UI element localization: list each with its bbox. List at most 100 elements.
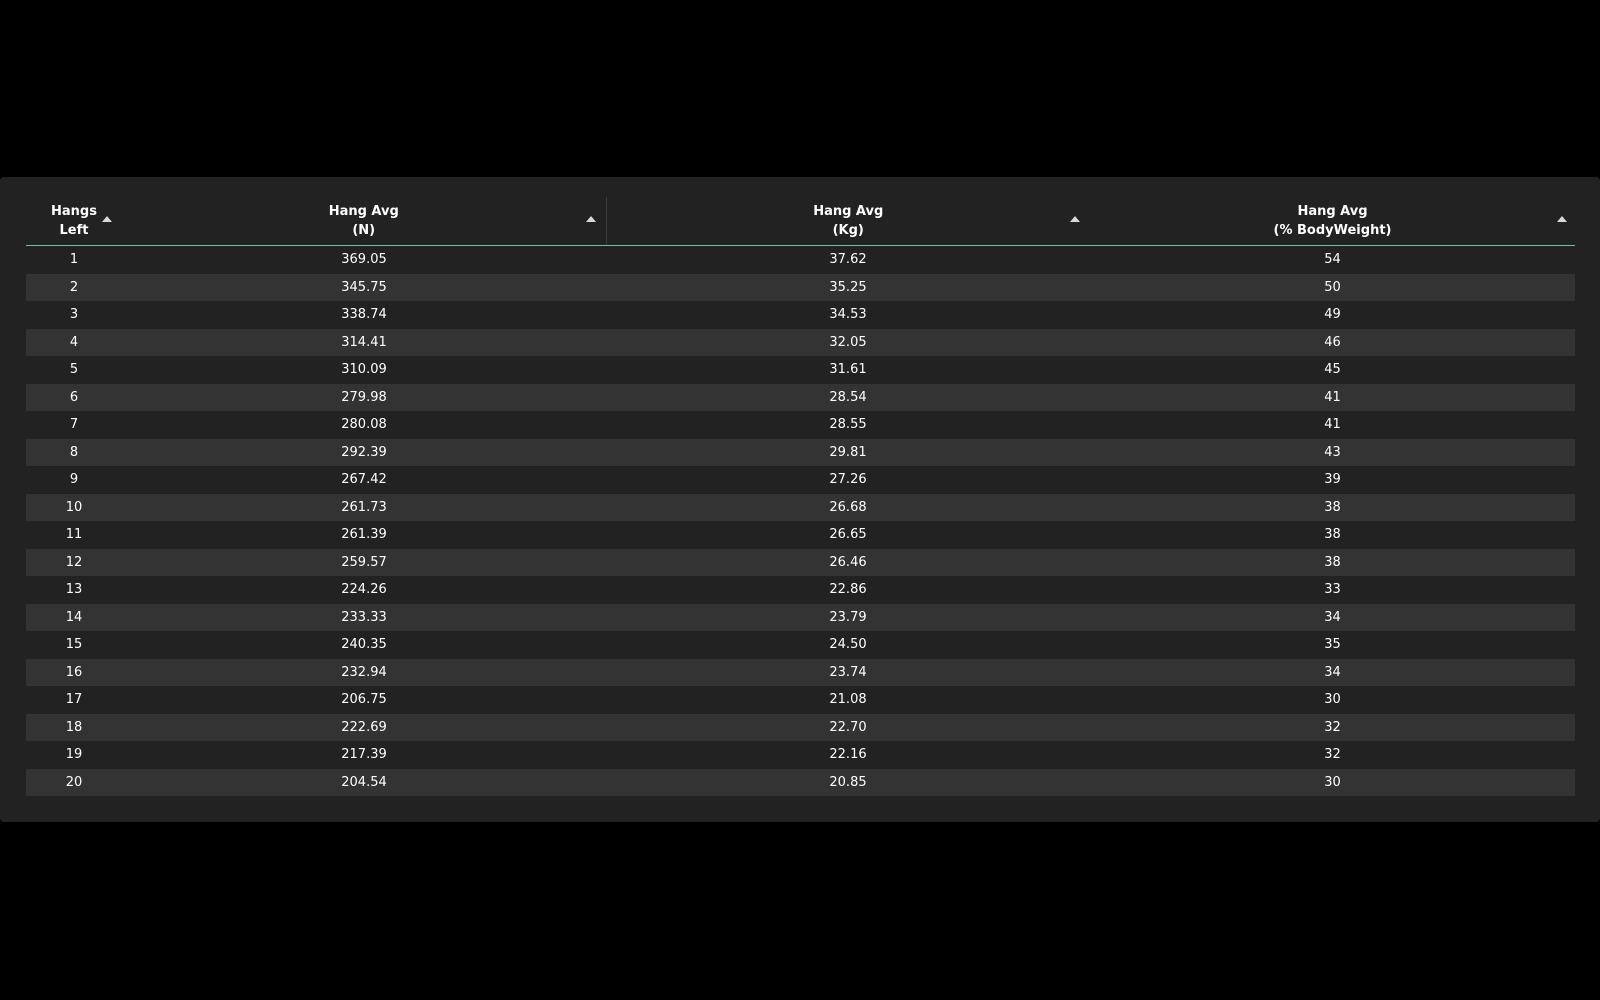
table-row: 2 345.75 35.25 50 — [26, 273, 1575, 301]
hangs-left-cell: 20 — [65, 774, 83, 790]
sort-ascending-icon[interactable] — [1557, 216, 1567, 222]
hang-avg-bodyweight-cell: 41 — [1324, 389, 1341, 405]
hang-avg-n-cell: 222.69 — [341, 719, 387, 735]
hang-avg-bodyweight-cell: 34 — [1324, 664, 1341, 680]
hang-avg-kg-cell: 22.86 — [829, 582, 867, 598]
hangs-left-cell: 15 — [65, 637, 83, 653]
hang-avg-kg-cell: 20.85 — [829, 774, 867, 790]
sort-ascending-icon[interactable] — [585, 216, 596, 222]
hang-avg-bodyweight-cell: 38 — [1324, 527, 1341, 543]
hang-avg-n-cell: 261.39 — [341, 527, 387, 543]
hangs-left-cell: 12 — [65, 554, 83, 570]
hang-avg-kg-cell: 21.08 — [829, 692, 867, 708]
hang-avg-n-cell: 261.73 — [341, 499, 387, 515]
hang-avg-bodyweight-cell: 39 — [1324, 472, 1341, 488]
table-row: 3 338.74 34.53 49 — [26, 301, 1575, 329]
hang-avg-n-cell: 224.26 — [341, 582, 387, 598]
table-row: 14 233.33 23.79 34 — [26, 603, 1575, 631]
data-table-container: Hangs Left Hang Avg (N) Hang Avg (Kg) Ha… — [26, 197, 1575, 796]
sort-ascending-icon[interactable] — [1070, 216, 1080, 222]
hang-avg-kg-cell: 37.62 — [829, 252, 867, 268]
hangs-left-cell: 10 — [65, 499, 83, 515]
column-header-hang-avg-bodyweight[interactable]: Hang Avg (% BodyWeight) — [1090, 197, 1575, 246]
column-header-line2: (N) — [352, 223, 376, 238]
hangs-left-cell: 3 — [69, 307, 79, 323]
hang-avg-bodyweight-cell: 46 — [1324, 334, 1341, 350]
table-body: 1 369.05 37.62 54 2 345.75 35.25 50 3 338.74 34.53… — [26, 245, 1575, 796]
table-row: 17 206.75 21.08 30 — [26, 686, 1575, 714]
hang-avg-bodyweight-cell: 45 — [1324, 362, 1341, 378]
hang-avg-n-cell: 217.39 — [341, 747, 387, 763]
column-header-line1: Hang Avg — [328, 204, 399, 219]
hangs-left-cell: 14 — [65, 609, 83, 625]
table-row: 13 224.26 22.86 33 — [26, 576, 1575, 604]
hang-avg-kg-cell: 24.50 — [829, 637, 867, 653]
table-row: 19 217.39 22.16 32 — [26, 741, 1575, 769]
hang-avg-bodyweight-cell: 43 — [1324, 444, 1341, 460]
hang-avg-n-cell: 345.75 — [341, 279, 387, 295]
table-row: 16 232.94 23.74 34 — [26, 658, 1575, 686]
table-row: 6 279.98 28.54 41 — [26, 383, 1575, 411]
column-header-hang-avg-n[interactable]: Hang Avg (N) — [122, 197, 607, 246]
hang-avg-kg-cell: 26.46 — [829, 554, 867, 570]
table-row: 7 280.08 28.55 41 — [26, 411, 1575, 439]
hang-avg-kg-cell: 23.74 — [829, 664, 867, 680]
hangs-left-cell: 9 — [69, 472, 79, 488]
hang-avg-kg-cell: 22.70 — [829, 719, 867, 735]
table-panel: Hangs Left Hang Avg (N) Hang Avg (Kg) Ha… — [0, 177, 1600, 822]
hang-avg-kg-cell: 35.25 — [829, 279, 867, 295]
hang-avg-bodyweight-cell: 41 — [1324, 417, 1341, 433]
hangs-left-cell: 18 — [65, 719, 83, 735]
column-header-hangs-left[interactable]: Hangs Left — [26, 197, 122, 246]
table-row: 11 261.39 26.65 38 — [26, 521, 1575, 549]
hang-avg-n-cell: 314.41 — [341, 334, 387, 350]
hang-avg-kg-cell: 34.53 — [829, 307, 867, 323]
table-row: 1 369.05 37.62 54 — [26, 245, 1575, 274]
hang-avg-n-cell: 267.42 — [341, 472, 387, 488]
hangs-left-cell: 13 — [65, 582, 83, 598]
hang-avg-n-cell: 338.74 — [341, 307, 387, 323]
table-header: Hangs Left Hang Avg (N) Hang Avg (Kg) Ha… — [26, 197, 1575, 246]
table-row: 15 240.35 24.50 35 — [26, 631, 1575, 659]
hangs-left-cell: 17 — [65, 692, 83, 708]
hang-avg-bodyweight-cell: 38 — [1324, 554, 1341, 570]
hang-avg-n-cell: 280.08 — [341, 417, 387, 433]
column-header-hang-avg-kg[interactable]: Hang Avg (Kg) — [606, 197, 1090, 246]
hangs-left-cell: 4 — [69, 334, 79, 350]
hang-avg-kg-cell: 26.65 — [829, 527, 867, 543]
hang-avg-kg-cell: 28.55 — [829, 417, 867, 433]
hang-avg-bodyweight-cell: 33 — [1324, 582, 1341, 598]
hang-avg-n-cell: 232.94 — [341, 664, 387, 680]
column-header-line2: Left — [59, 223, 89, 238]
hang-avg-bodyweight-cell: 30 — [1324, 692, 1341, 708]
hang-avg-bodyweight-cell: 38 — [1324, 499, 1341, 515]
table-row: 12 259.57 26.46 38 — [26, 548, 1575, 576]
hang-avg-kg-cell: 32.05 — [829, 334, 867, 350]
hang-avg-bodyweight-cell: 32 — [1324, 747, 1341, 763]
hang-avg-bodyweight-cell: 32 — [1324, 719, 1341, 735]
table-row: 5 310.09 31.61 45 — [26, 356, 1575, 384]
table-row: 10 261.73 26.68 38 — [26, 493, 1575, 521]
hangs-left-cell: 8 — [69, 444, 79, 460]
hang-avg-kg-cell: 26.68 — [829, 499, 867, 515]
hang-avg-n-cell: 206.75 — [341, 692, 387, 708]
hang-avg-n-cell: 310.09 — [341, 362, 387, 378]
sort-ascending-icon[interactable] — [102, 216, 112, 222]
hangs-left-cell: 7 — [69, 417, 79, 433]
hang-avg-bodyweight-cell: 54 — [1324, 252, 1341, 268]
hang-avg-bodyweight-cell: 49 — [1324, 307, 1341, 323]
hangs-left-cell: 11 — [65, 527, 83, 543]
hangs-left-cell: 2 — [69, 279, 79, 295]
hang-avg-kg-cell: 28.54 — [829, 389, 867, 405]
hangs-left-cell: 19 — [65, 747, 83, 763]
hang-avg-n-cell: 204.54 — [341, 774, 387, 790]
hang-avg-kg-cell: 31.61 — [829, 362, 867, 378]
column-header-line2: (Kg) — [832, 223, 864, 238]
hang-avg-kg-cell: 23.79 — [829, 609, 867, 625]
column-header-line1: Hang Avg — [813, 204, 884, 219]
hang-avg-bodyweight-cell: 34 — [1324, 609, 1341, 625]
table-row: 8 292.39 29.81 43 — [26, 438, 1575, 466]
hang-avg-kg-cell: 22.16 — [829, 747, 867, 763]
table-row: 18 222.69 22.70 32 — [26, 713, 1575, 741]
hang-avg-n-cell: 240.35 — [341, 637, 387, 653]
